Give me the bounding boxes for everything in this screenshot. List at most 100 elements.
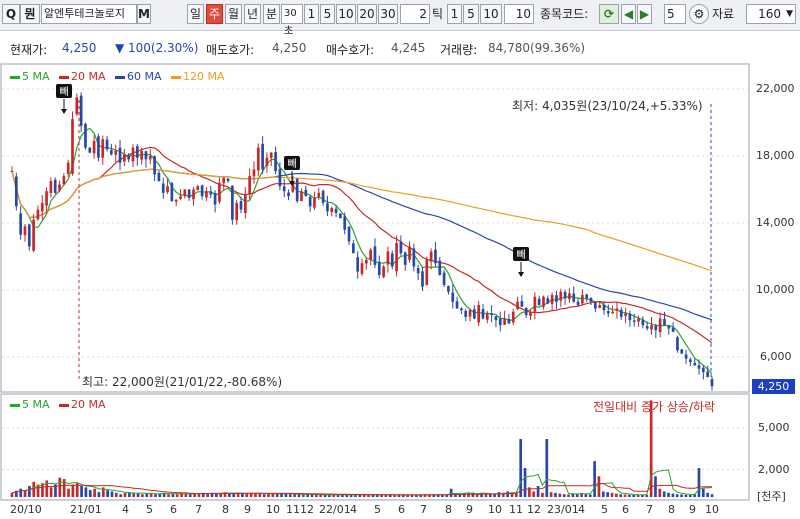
candle-body (434, 249, 437, 264)
candle-body (179, 196, 182, 199)
volume-bar (588, 494, 592, 497)
candle-body (671, 327, 675, 332)
candle-body (114, 150, 118, 155)
volume-bar (67, 488, 70, 497)
candle-body (589, 297, 593, 302)
candle-body (654, 325, 658, 331)
volume-bar (567, 494, 570, 497)
candle-body (520, 301, 524, 307)
candle-body (399, 241, 403, 254)
candle-body (347, 226, 351, 242)
candle-body (494, 316, 498, 321)
candle-body (222, 177, 226, 184)
volume-bar (515, 493, 518, 497)
x-tick-label: 23/01 (547, 503, 579, 516)
candle-body (330, 207, 334, 213)
volume-bar (19, 488, 23, 497)
volume-bar (623, 494, 627, 497)
volume-bar (319, 494, 323, 497)
volume-bar (658, 488, 662, 497)
x-tick-label: 6 (622, 503, 629, 516)
candle-body (148, 156, 152, 160)
volume-bar (532, 491, 536, 497)
candle-body (248, 176, 251, 195)
candle-body (157, 172, 161, 182)
candle-body (364, 259, 368, 264)
volume-bar (710, 494, 714, 497)
high-price-note: 최고: 22,000원(21/01/22,-80.68%) (82, 375, 283, 389)
volume-change-note: 전일대비 증가 상승/하락 (593, 400, 716, 414)
candle-body (468, 310, 472, 317)
volume-bar (632, 494, 636, 497)
x-tick-label: 10 (266, 503, 280, 516)
candle-body (304, 189, 308, 197)
volume-bar (519, 439, 523, 497)
candle-body (563, 291, 567, 299)
y-tick-22000: 22,000 (756, 82, 795, 95)
candle-body (265, 157, 269, 166)
candle-body (183, 189, 187, 197)
volume-bar (506, 491, 509, 497)
candle-body (464, 310, 468, 317)
candle-body (447, 286, 450, 292)
vol-tick-5000: 5,000 (758, 421, 790, 434)
candle-body (10, 171, 14, 173)
candle-body (153, 156, 156, 175)
x-tick-label: 7 (420, 503, 427, 516)
candle-body (602, 305, 606, 311)
candle-body (239, 201, 243, 210)
candle-body (369, 249, 372, 260)
volume-bar (249, 493, 253, 497)
volume-bar (106, 490, 109, 497)
x-tick-label: 4 (578, 503, 585, 516)
candle-body (235, 202, 239, 221)
candle-body (131, 147, 135, 162)
legend-ma120: 120 MA (171, 70, 225, 83)
candle-body (442, 272, 446, 285)
volume-bar (654, 476, 657, 497)
volume-bar (84, 487, 88, 497)
volume-bar (315, 494, 318, 497)
volume-bar (267, 493, 270, 497)
volume-bar (258, 493, 262, 497)
volume-bar (493, 494, 496, 497)
x-tick-label: 12 (527, 503, 541, 516)
candle-body (144, 151, 148, 160)
candle-body (123, 154, 126, 162)
x-tick-label: 8 (668, 503, 675, 516)
candle-body (88, 147, 92, 153)
candle-body (421, 271, 424, 287)
volume-bar (610, 492, 614, 497)
volume-bar (188, 494, 192, 497)
candle-body (481, 309, 485, 319)
volume-bar (667, 492, 670, 497)
candle-body (403, 252, 407, 265)
candle-body (84, 123, 87, 148)
candle-body (36, 209, 40, 220)
candle-body (243, 194, 247, 214)
candle-body (684, 354, 688, 359)
candle-body (516, 301, 519, 310)
volume-bar (675, 494, 679, 497)
candle-body (477, 305, 481, 323)
candle-body (356, 257, 360, 272)
y-tick-18000: 18,000 (756, 149, 795, 162)
x-tick-label: 10 (488, 503, 502, 516)
candle-body (205, 191, 208, 198)
volume-bar (262, 494, 266, 497)
candle-body (287, 192, 290, 197)
volume-bar (571, 493, 575, 497)
volume-bar (449, 488, 453, 497)
volume-unit: [천주] (757, 490, 786, 503)
candle-body (585, 294, 589, 299)
candle-body (200, 185, 204, 197)
candle-body (624, 313, 627, 316)
candle-body (702, 367, 705, 373)
candle-body (40, 202, 44, 212)
buy-marker-label: 빼 (59, 86, 68, 98)
candle-body (498, 318, 502, 326)
candle-body (637, 318, 640, 322)
volume-bar (141, 494, 144, 497)
candle-body (49, 181, 53, 194)
volume-bar (601, 491, 605, 497)
